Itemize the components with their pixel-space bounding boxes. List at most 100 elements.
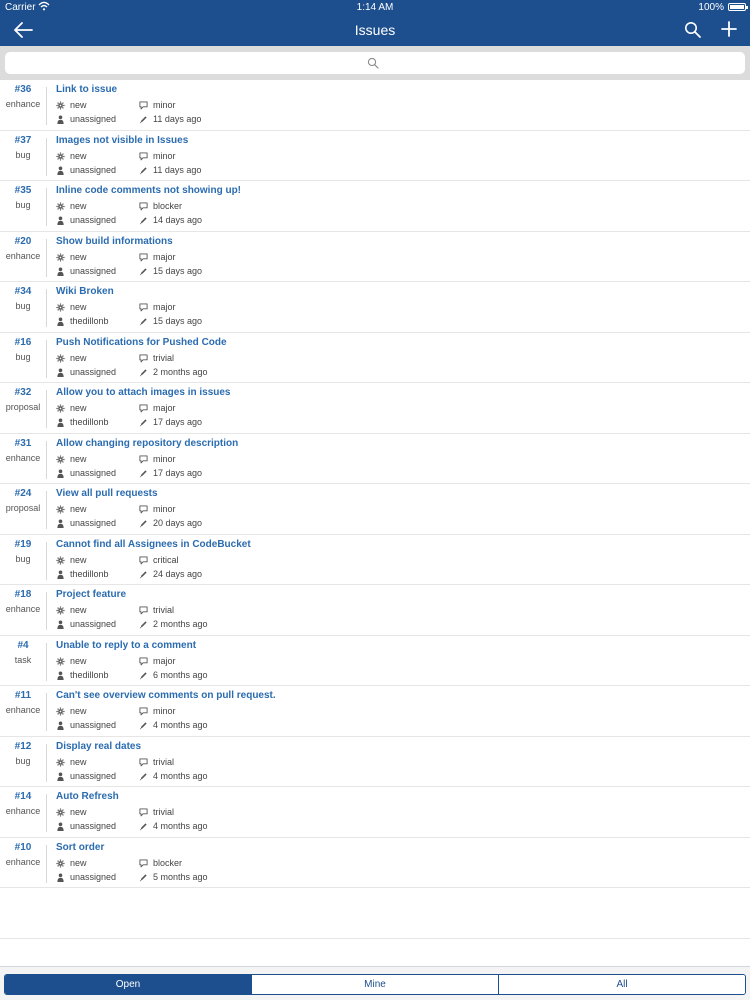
issue-title[interactable]: Cannot find all Assignees in CodeBucket bbox=[56, 539, 251, 550]
issue-row[interactable]: #37 bug Images not visible in Issues new una… bbox=[0, 131, 750, 181]
issue-title[interactable]: View all pull requests bbox=[56, 488, 158, 499]
issue-kind: enhance bbox=[5, 604, 41, 614]
issue-id-block: #24 proposal bbox=[0, 484, 46, 534]
issue-kind: proposal bbox=[5, 402, 41, 412]
plus-icon[interactable] bbox=[720, 20, 738, 38]
issue-id-block: #18 enhance bbox=[0, 585, 46, 635]
issue-kind: enhance bbox=[5, 856, 41, 867]
issue-row[interactable]: #31 enhance Allow changing repository desc… bbox=[0, 434, 750, 484]
issue-priority-text: blocker bbox=[153, 201, 183, 211]
issue-number: #19 bbox=[14, 538, 32, 550]
issue-number: #35 bbox=[14, 185, 32, 196]
issue-status-text: new bbox=[70, 150, 87, 161]
issue-kind: bug bbox=[15, 755, 31, 766]
issue-kind: enhance bbox=[5, 452, 41, 463]
issue-id-block: #37 bug bbox=[0, 131, 46, 181]
issue-title[interactable]: Display real dates bbox=[56, 741, 141, 752]
issue-row[interactable]: #35 bug Inline code comments not showing u… bbox=[0, 181, 750, 232]
issue-assignee-text: unassigned bbox=[70, 619, 117, 629]
row-divider bbox=[46, 794, 47, 832]
issue-title[interactable]: Show build informations bbox=[56, 236, 173, 247]
issue-row[interactable]: #24 proposal View all pull requests new unas… bbox=[0, 484, 750, 535]
issue-updated-text: 20 days ago bbox=[153, 518, 203, 528]
issue-row[interactable]: #14 enhance Auto Refresh new unassigned trivi… bbox=[0, 787, 750, 838]
issue-assignee-text: unassigned bbox=[70, 821, 117, 831]
issue-number: #37 bbox=[14, 134, 32, 146]
search-field-icon bbox=[367, 57, 379, 69]
issue-title[interactable]: Unable to reply to a comment bbox=[56, 640, 196, 651]
row-divider bbox=[46, 491, 47, 529]
issue-updated-text: 5 months ago bbox=[153, 871, 208, 882]
issue-priority-text: major bbox=[153, 302, 176, 312]
tab-all[interactable]: All bbox=[499, 975, 745, 994]
issue-title[interactable]: Images not visible in Issues bbox=[56, 135, 188, 146]
issue-row[interactable]: #16 bug Push Notifications for Pushed Code… bbox=[0, 333, 750, 383]
issue-updated-text: 17 days ago bbox=[153, 467, 203, 478]
issue-updated-text: 2 months ago bbox=[153, 619, 208, 629]
issue-number: #24 bbox=[14, 488, 32, 499]
row-divider bbox=[46, 541, 47, 580]
issue-row[interactable]: #18 enhance Project feature new unassigned tr… bbox=[0, 585, 750, 636]
issue-number: #12 bbox=[14, 740, 32, 752]
issue-row[interactable]: #19 bug Cannot find all Assignees in CodeB… bbox=[0, 535, 750, 585]
issue-status-text: new bbox=[70, 857, 87, 868]
search-field-container bbox=[5, 52, 745, 74]
issue-status-text: new bbox=[70, 251, 87, 262]
row-divider bbox=[46, 137, 47, 176]
issue-priority-text: minor bbox=[153, 453, 176, 464]
issue-row[interactable]: #34 bug Wiki Broken new thedillonb major 15 da… bbox=[0, 282, 750, 333]
row-divider bbox=[46, 693, 47, 731]
issue-assignee-text: unassigned bbox=[70, 518, 117, 528]
issue-priority-text: major bbox=[153, 403, 176, 413]
issue-assignee-text: unassigned bbox=[70, 215, 117, 225]
issue-row[interactable]: #12 bug Display real dates new unassigned tri… bbox=[0, 737, 750, 787]
issue-assignee-text: unassigned bbox=[70, 366, 117, 377]
issue-status-text: new bbox=[70, 756, 87, 767]
issue-priority-text: trivial bbox=[153, 352, 175, 363]
issue-status-text: new bbox=[70, 302, 87, 312]
issue-row[interactable]: #36 enhance Link to issue new unassigned mino… bbox=[0, 80, 750, 131]
issue-title[interactable]: Inline code comments not showing up! bbox=[56, 185, 241, 196]
issue-priority-text: minor bbox=[153, 504, 176, 514]
app-header: Carrier 1:14 AM 100% Issues bbox=[0, 0, 750, 46]
battery-percent: 100% bbox=[698, 2, 724, 13]
issue-number: #14 bbox=[14, 791, 32, 802]
issue-updated-text: 2 months ago bbox=[153, 366, 208, 377]
issue-row[interactable]: #4 task Unable to reply to a comment new the… bbox=[0, 636, 750, 686]
issue-title[interactable]: Can't see overview comments on pull requ… bbox=[56, 690, 276, 701]
issue-updated-text: 15 days ago bbox=[153, 316, 203, 326]
issue-kind: enhance bbox=[5, 250, 41, 261]
issue-title[interactable]: Project feature bbox=[56, 589, 126, 600]
issue-priority-text: minor bbox=[153, 706, 176, 716]
issue-row[interactable]: #10 enhance Sort order new unassigned blocker… bbox=[0, 838, 750, 888]
tab-open[interactable]: Open bbox=[5, 975, 252, 994]
issue-id-block: #10 enhance bbox=[0, 838, 46, 888]
search-icon[interactable] bbox=[684, 21, 702, 39]
issue-title[interactable]: Auto Refresh bbox=[56, 791, 119, 802]
issue-kind: enhance bbox=[5, 806, 41, 816]
issue-assignee-text: unassigned bbox=[70, 871, 117, 882]
issue-updated-text: 14 days ago bbox=[153, 215, 203, 225]
issue-title[interactable]: Link to issue bbox=[56, 84, 117, 95]
issue-priority-text: trivial bbox=[153, 807, 175, 817]
issue-title[interactable]: Allow you to attach images in issues bbox=[56, 387, 231, 398]
issue-id-block: #19 bug bbox=[0, 535, 46, 585]
issue-assignee-text: unassigned bbox=[70, 467, 117, 478]
issue-title[interactable]: Allow changing repository description bbox=[56, 438, 238, 449]
issue-updated-text: 4 months ago bbox=[153, 720, 208, 730]
issue-row[interactable]: #32 proposal Allow you to attach images in… bbox=[0, 383, 750, 434]
issue-title[interactable]: Sort order bbox=[56, 842, 104, 853]
issue-row[interactable]: #20 enhance Show build informations new unas… bbox=[0, 232, 750, 282]
issue-row[interactable]: #11 enhance Can't see overview comments on… bbox=[0, 686, 750, 737]
issue-status-text: new bbox=[70, 403, 87, 413]
issue-assignee-text: thedillonb bbox=[70, 568, 109, 579]
tab-mine[interactable]: Mine bbox=[252, 975, 499, 994]
issue-id-block: #14 enhance bbox=[0, 787, 46, 837]
issue-status-text: new bbox=[70, 655, 87, 666]
issue-id-block: #16 bug bbox=[0, 333, 46, 383]
issue-kind: enhance bbox=[5, 99, 41, 109]
issue-title[interactable]: Wiki Broken bbox=[56, 286, 114, 297]
issue-title[interactable]: Push Notifications for Pushed Code bbox=[56, 337, 227, 348]
issue-kind: proposal bbox=[5, 503, 41, 513]
issue-updated-text: 6 months ago bbox=[153, 669, 208, 680]
